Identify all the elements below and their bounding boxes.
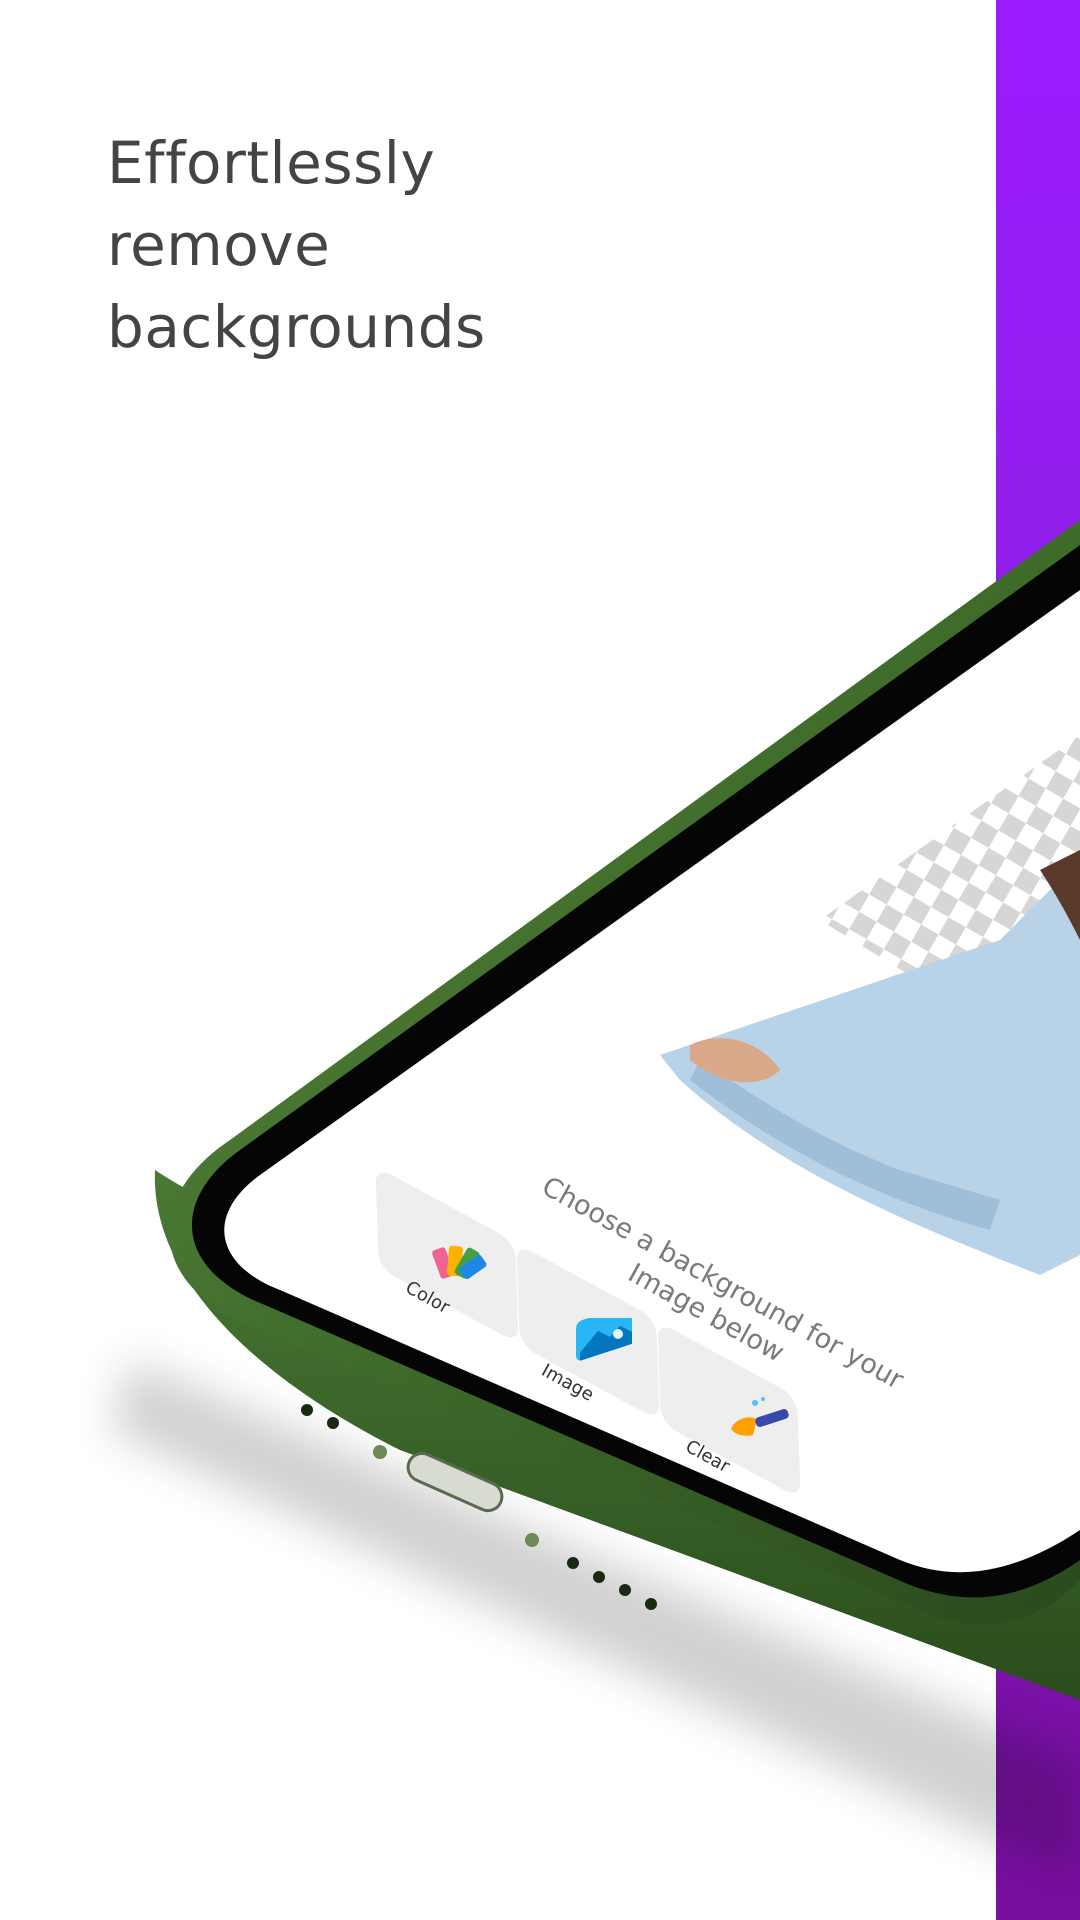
- color-palette-icon: [430, 1240, 490, 1290]
- image-icon: [570, 1305, 640, 1368]
- clear-brush-icon: [725, 1395, 795, 1445]
- phone-mockup: [110, 520, 1080, 1880]
